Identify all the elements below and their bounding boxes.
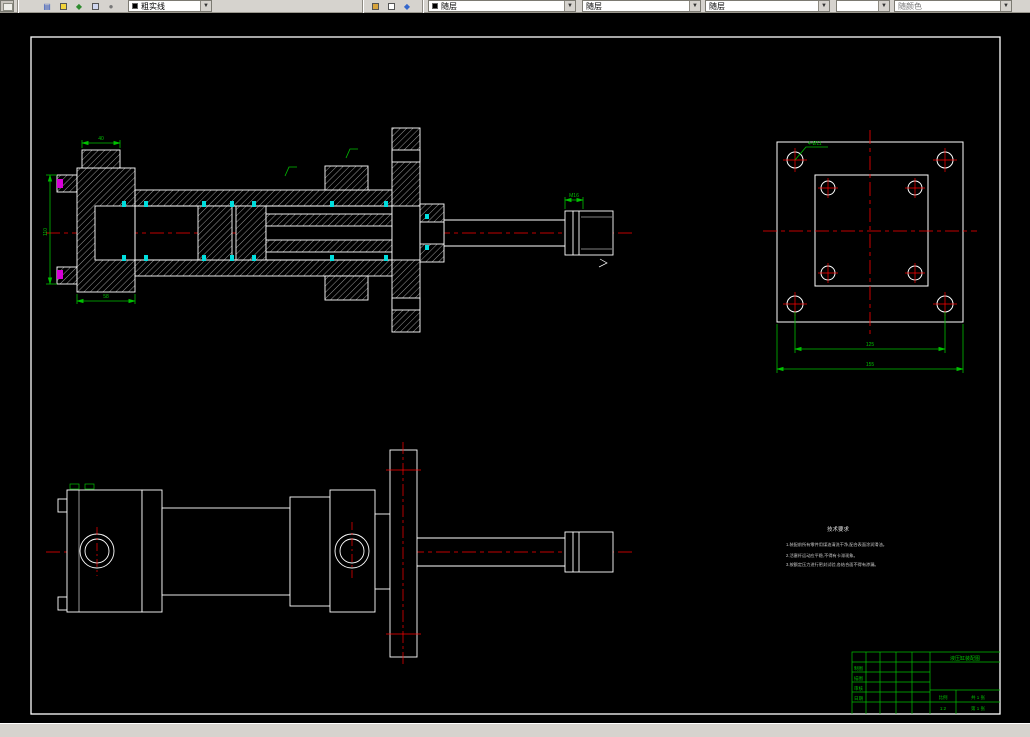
port-mark bbox=[84, 483, 95, 490]
tb-row-label: 日期 bbox=[854, 696, 863, 702]
chevron-down-icon[interactable]: ▼ bbox=[878, 1, 889, 11]
dim-label: 58 bbox=[103, 294, 109, 300]
notes-line: 3.按额定压力进行密封试验,各结合面不得有渗漏。 bbox=[786, 561, 879, 568]
color-combobox-value: 随层 bbox=[441, 1, 457, 11]
lineweight-combobox-value: 随层 bbox=[709, 1, 725, 11]
tb-row-label: 审核 bbox=[854, 685, 863, 692]
linetype-combobox[interactable]: 随层 ▼ bbox=[582, 0, 701, 12]
status-bar bbox=[0, 723, 1030, 737]
dim-label: 125 bbox=[866, 342, 875, 348]
color-swatch bbox=[432, 3, 438, 9]
dim-label: 40 bbox=[98, 136, 104, 142]
dim-label: 155 bbox=[866, 362, 875, 368]
toolbar-separator bbox=[17, 0, 19, 13]
layer-manager-button[interactable]: ▤ bbox=[40, 1, 54, 12]
sheets-label: 共 1 张 bbox=[971, 694, 986, 701]
notes-line: 2.活塞杆运动应平稳,不得有卡滞现象。 bbox=[786, 552, 858, 559]
layer-combobox-value: 粗实线 bbox=[141, 1, 165, 11]
technical-notes: 技术要求 1.装配前所有零件用煤油清洗干净,配合表面涂润滑油。 2.活塞杆运动应… bbox=[786, 525, 887, 568]
seal-magenta bbox=[57, 270, 63, 279]
chevron-down-icon[interactable]: ▼ bbox=[1000, 1, 1011, 11]
layer-previous-button[interactable]: ◆ bbox=[72, 1, 86, 12]
color-control-button[interactable]: ◆ bbox=[400, 1, 414, 12]
dim-label: M16 bbox=[569, 193, 579, 199]
cad-application-window: ▤ ◆ ● 粗实线 ▼ ◆ 随层 ▼ 随层 ▼ 随层 ▼ ▼ 随颜色 ▼ 40 … bbox=[0, 0, 1030, 737]
chevron-down-icon[interactable]: ▼ bbox=[200, 1, 211, 11]
roughness-symbol bbox=[284, 166, 297, 177]
drawing-frame bbox=[30, 36, 1001, 715]
section-view: 40 110 58 M16 bbox=[43, 127, 632, 333]
layer-states-button[interactable] bbox=[56, 1, 70, 12]
chevron-down-icon[interactable]: ▼ bbox=[818, 1, 829, 11]
scale-label: 比例 bbox=[939, 694, 948, 701]
plotstyle-combobox[interactable]: 随颜色 ▼ bbox=[894, 0, 1012, 12]
color-combobox[interactable]: 随层 ▼ bbox=[428, 0, 576, 12]
notes-title: 技术要求 bbox=[827, 525, 850, 533]
title-block-text: 液压缸装配图 比例 1:2 共 1 张 第 1 张 制图 描图 审核 日期 bbox=[854, 655, 985, 712]
notes-line: 1.装配前所有零件用煤油清洗干净,配合表面涂润滑油。 bbox=[786, 541, 887, 548]
layer-color-swatch bbox=[132, 3, 138, 9]
outline-view bbox=[46, 442, 632, 665]
make-layer-current-button[interactable] bbox=[368, 1, 382, 12]
layer-freeze-button[interactable]: ● bbox=[104, 1, 118, 12]
tb-row-label: 制图 bbox=[854, 665, 863, 672]
roughness-symbol bbox=[345, 148, 358, 159]
linetype-combobox-value: 随层 bbox=[586, 1, 602, 11]
drawing-canvas[interactable]: 40 110 58 M16 4-Ø11 125 155 技术要求 1.装配前所有… bbox=[0, 0, 1030, 737]
toolbar-separator bbox=[422, 0, 424, 13]
dim-label: 110 bbox=[43, 228, 49, 236]
lineweight-combobox[interactable]: 随层 ▼ bbox=[705, 0, 830, 12]
seal-magenta bbox=[57, 179, 63, 188]
layer-isolate-button[interactable] bbox=[88, 1, 102, 12]
toolbar-separator bbox=[362, 0, 364, 13]
chevron-down-icon[interactable]: ▼ bbox=[689, 1, 700, 11]
flange-view: 4-Ø11 125 155 bbox=[763, 130, 977, 373]
plotstyle-combobox-value: 随颜色 bbox=[898, 1, 922, 11]
app-icon[interactable] bbox=[0, 0, 14, 12]
drawing-title: 液压缸装配图 bbox=[950, 655, 980, 662]
chevron-down-icon[interactable]: ▼ bbox=[564, 1, 575, 11]
dim-label: 4-Ø11 bbox=[808, 141, 822, 147]
scale-value: 1:2 bbox=[940, 706, 947, 711]
layer-combobox[interactable]: 粗实线 ▼ bbox=[128, 0, 212, 12]
extra-combobox[interactable]: ▼ bbox=[836, 0, 890, 12]
port-mark bbox=[69, 483, 80, 490]
tb-row-label: 描图 bbox=[854, 675, 863, 682]
match-properties-button[interactable] bbox=[384, 1, 398, 12]
sheet-no-label: 第 1 张 bbox=[971, 705, 986, 712]
object-properties-toolbar: ▤ ◆ ● 粗实线 ▼ ◆ 随层 ▼ 随层 ▼ 随层 ▼ ▼ 随颜色 ▼ bbox=[0, 0, 1030, 13]
